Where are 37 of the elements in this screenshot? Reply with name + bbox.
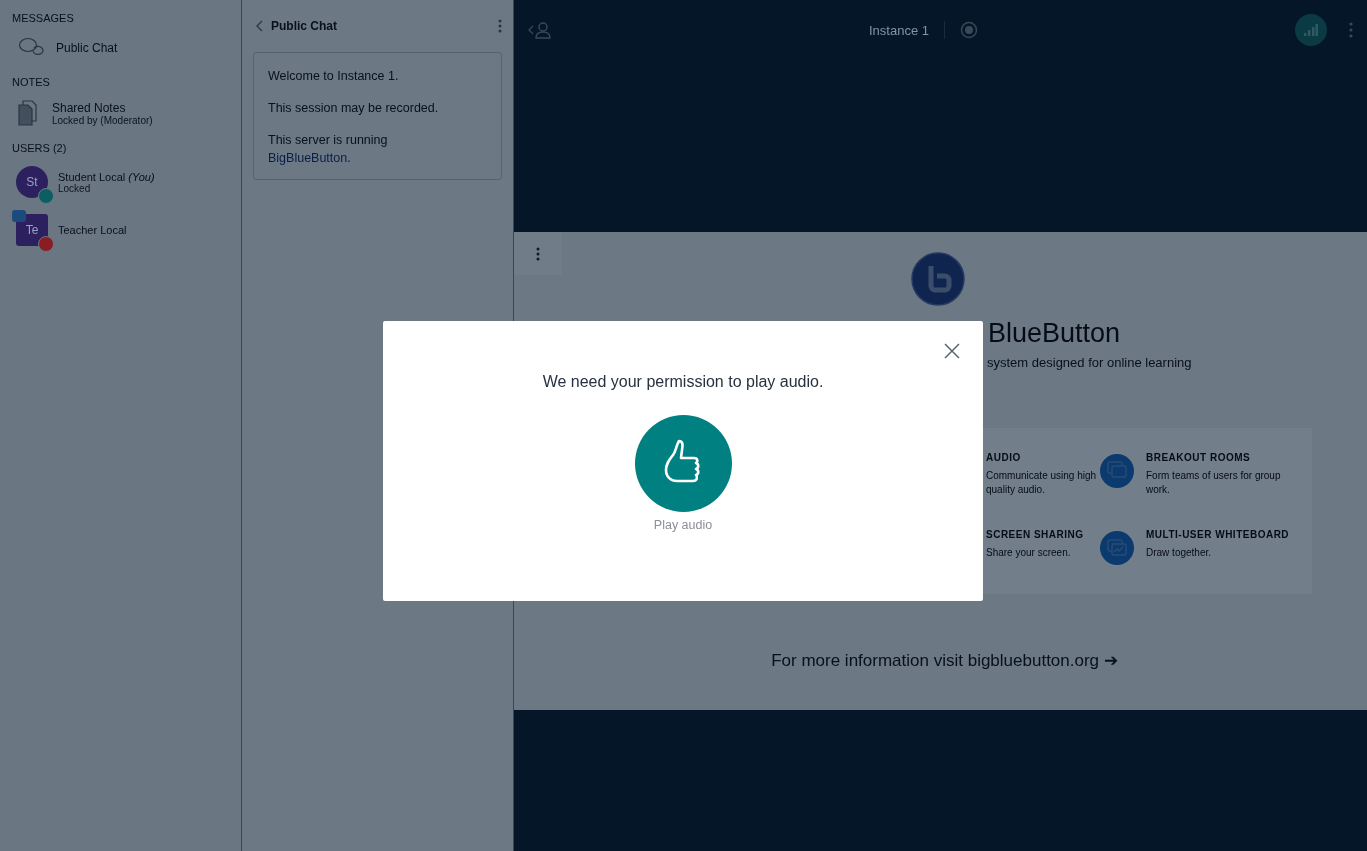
feature-title: SCREEN SHARING — [986, 529, 1085, 540]
user-item[interactable]: St Student Local (You) Locked — [0, 162, 241, 202]
feature-description: Draw together. — [1146, 546, 1213, 560]
connection-status-button[interactable] — [1295, 14, 1327, 46]
user-list-toggle-icon[interactable] — [528, 21, 552, 39]
signal-bars-icon — [1304, 24, 1318, 36]
chat-title[interactable]: Public Chat — [271, 19, 490, 33]
logo-icon — [911, 252, 965, 306]
documents-icon — [18, 100, 40, 126]
feature-description: Share your screen. — [986, 546, 1072, 560]
section-heading: MESSAGES — [11, 12, 75, 24]
public-chat-item[interactable]: Public Chat — [0, 32, 241, 64]
feature-title: BREAKOUT ROOMS — [1146, 452, 1252, 463]
feature-title: AUDIO — [986, 452, 1022, 463]
more-options-icon — [536, 246, 540, 261]
user-item[interactable]: Te Teacher Local — [0, 210, 241, 250]
shared-notes-item[interactable]: Shared Notes Locked by (Moderator) — [0, 96, 241, 130]
slide-subtitle: system designed for online learning — [987, 355, 1193, 370]
meeting-title: Instance 1 — [869, 22, 929, 38]
feature-description: Form teams of users for group work. — [1146, 469, 1282, 497]
feature-title: MULTI-USER WHITEBOARD — [1146, 529, 1286, 540]
chat-message: This session may be recorded. — [268, 100, 440, 117]
close-icon[interactable] — [943, 342, 961, 360]
chat-message: This server is running BigBlueButton. — [268, 132, 389, 167]
back-icon[interactable] — [255, 20, 263, 32]
dialog-message: We need your permission to play audio. — [542, 373, 824, 391]
more-options-icon[interactable] — [498, 19, 502, 33]
feature-icon — [1100, 531, 1134, 565]
slide-title: BlueButton — [988, 318, 1122, 349]
feature-description: Communicate using high quality audio. — [986, 469, 1098, 497]
more-info-link[interactable]: For more information visit bigbluebutton.org ➔ — [763, 650, 1118, 671]
section-heading: USERS (2) — [11, 142, 68, 154]
record-icon[interactable] — [960, 21, 978, 39]
section-heading: NOTES — [11, 76, 51, 88]
chat-message: Welcome to Instance 1. — [268, 68, 400, 85]
feature-icon — [1100, 454, 1134, 488]
more-options-icon[interactable] — [1349, 22, 1353, 38]
